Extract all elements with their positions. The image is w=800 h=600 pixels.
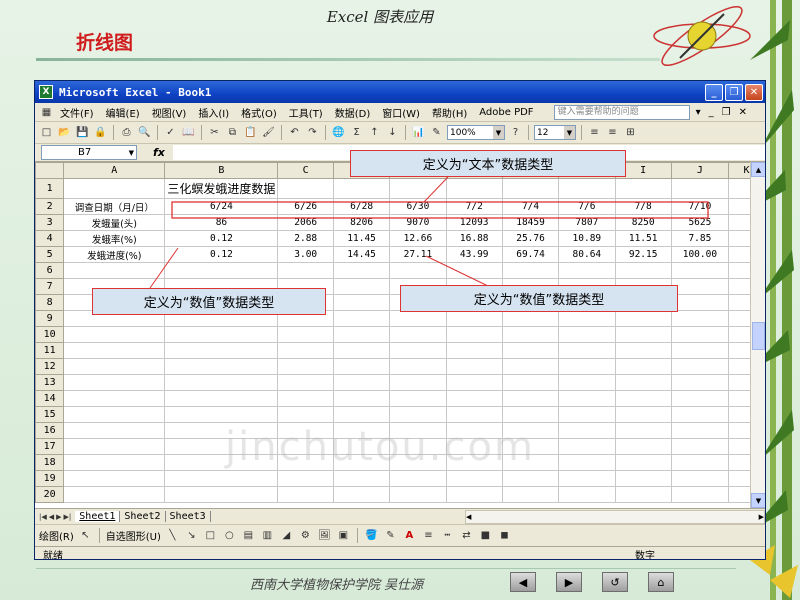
- callout-pointer-text: [423, 176, 449, 203]
- triangle-right-icon: ▶: [564, 575, 574, 589]
- callout-pointer-left: [149, 247, 179, 289]
- footer-credit: 西南大学植物保护学院 吴仕源: [250, 578, 424, 593]
- callout-text-type: 定义为“文本”数据类型: [350, 150, 626, 177]
- home-icon: ⌂: [657, 575, 665, 589]
- callout-value-type-left: 定义为“数值”数据类型: [92, 288, 326, 315]
- nav-home-button[interactable]: ⌂: [648, 572, 674, 592]
- nav-prev-button[interactable]: ◀: [510, 572, 536, 592]
- callout-pointer-right: [425, 255, 489, 287]
- nav-return-button[interactable]: ↺: [602, 572, 628, 592]
- callout-value-type-right: 定义为“数值”数据类型: [400, 285, 678, 312]
- date-row-highlight: [171, 201, 709, 219]
- footer-rule: [36, 568, 736, 569]
- nav-next-button[interactable]: ▶: [556, 572, 582, 592]
- triangle-left-icon: ◀: [518, 575, 528, 589]
- return-icon: ↺: [610, 575, 620, 589]
